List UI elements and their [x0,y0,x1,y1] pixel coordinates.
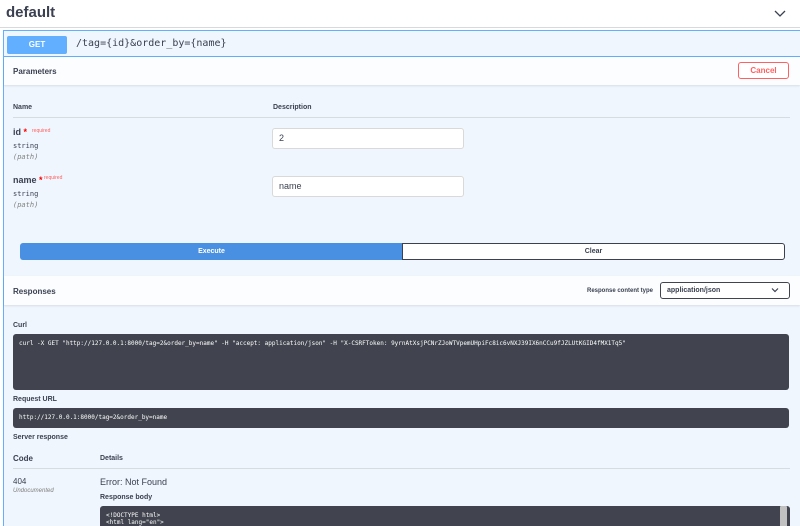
param-required: required [44,175,63,181]
content-type-select[interactable]: application/json [660,282,790,299]
server-response-label: Server response [13,434,68,441]
param-name-id: id * [13,127,28,137]
operation-summary[interactable]: GET /tag={id}&order_by={name} [4,31,800,57]
id-input[interactable]: 2 [272,128,464,149]
parameters-title: Parameters [13,67,57,76]
tag-header[interactable]: default [0,0,800,28]
param-name-name: name * [13,175,43,185]
clear-button[interactable]: Clear [402,243,785,260]
param-in: (path) [13,153,39,161]
param-type: string [13,190,39,198]
response-undocumented: Undocumented [13,488,54,494]
responses-header: Responses Response content type applicat… [4,276,800,305]
name-input[interactable]: name [272,176,464,197]
response-body-label: Response body [100,494,153,501]
response-code: 404 [13,477,27,486]
response-title: Error: Not Found [100,477,168,487]
curl-label: Curl [13,322,27,329]
chevron-down-icon [771,288,779,293]
divider [13,117,790,118]
column-code: Code [13,454,33,463]
responses-title: Responses [13,287,56,296]
tag-title: default [6,4,56,21]
column-name: Name [13,104,33,111]
request-url-label: Request URL [13,396,57,403]
content-type-label: Response content type [587,288,654,294]
operation-block: GET /tag={id}&order_by={name} Parameters… [3,30,800,526]
execute-button[interactable]: Execute [20,243,403,260]
request-url[interactable]: http://127.0.0.1:8000/tag=2&order_by=nam… [13,408,789,428]
column-details: Details [100,455,123,462]
scrollbar-thumb[interactable] [780,506,787,526]
operation-path: /tag={id}&order_by={name} [76,38,227,49]
param-in: (path) [13,201,39,209]
parameters-header: Parameters [4,57,800,85]
chevron-down-icon[interactable] [772,5,788,21]
param-required: required [32,128,51,134]
cancel-button[interactable]: Cancel [738,62,789,79]
param-type: string [13,142,39,150]
curl-command[interactable]: curl -X GET "http://127.0.0.1:8000/tag=2… [13,334,789,390]
method-badge: GET [7,36,67,54]
column-description: Description [273,104,312,111]
divider [13,468,790,469]
response-body[interactable]: <!DOCTYPE html> <html lang="en"> [100,506,790,526]
